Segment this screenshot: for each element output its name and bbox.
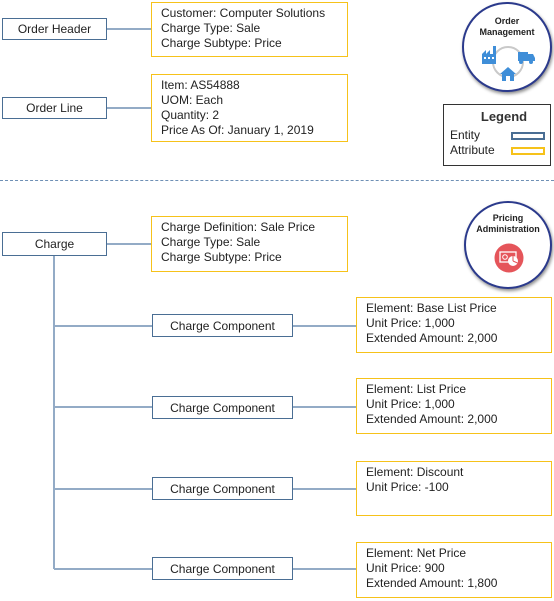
connector [107,243,151,245]
connector [54,325,152,327]
tree-trunk [53,256,55,569]
attribute-line: Quantity: 2 [161,108,220,122]
attribute-line: Customer: Computer Solutions [161,6,326,20]
truck-icon [518,52,535,64]
badge-title: Pricing Administration [466,213,550,235]
connector [54,406,152,408]
charge-component-entity[interactable]: Charge Component [152,557,293,580]
attribute-line: Extended Amount: 2,000 [366,331,498,345]
charge-attributes: Charge Definition: Sale Price Charge Typ… [151,216,348,272]
pricing-icon [494,243,524,273]
order-header-label: Order Header [17,22,92,36]
charge-component-attributes: Element: Discount Unit Price: -100 [356,461,552,516]
charge-component-attributes: Element: List Price Unit Price: 1,000 Ex… [356,378,552,434]
charge-component-entity[interactable]: Charge Component [152,314,293,337]
attribute-line: Item: AS54888 [161,78,240,92]
order-line-entity[interactable]: Order Line [2,97,107,119]
attribute-line: Charge Type: Sale [161,235,261,249]
connector [54,568,152,570]
attribute-line: Unit Price: -100 [366,480,449,494]
section-divider [0,180,554,181]
order-management-badge: Order Management [462,2,552,92]
order-line-attributes: Item: AS54888 UOM: Each Quantity: 2 Pric… [151,74,348,142]
attribute-line: Unit Price: 1,000 [366,316,455,330]
attribute-line: Unit Price: 900 [366,561,445,575]
badge-title-line: Order [494,16,520,26]
legend-attribute-label: Attribute [450,143,495,157]
badge-title-line: Administration [476,224,540,234]
attribute-line: Unit Price: 1,000 [366,397,455,411]
attribute-line: Charge Definition: Sale Price [161,220,316,234]
charge-component-label: Charge Component [170,318,275,333]
charge-component-label: Charge Component [170,561,275,576]
attribute-line: Price As Of: January 1, 2019 [161,123,314,137]
connector [293,325,356,327]
charge-component-label: Charge Component [170,400,275,415]
charge-component-entity[interactable]: Charge Component [152,477,293,500]
connector [293,568,356,570]
order-management-icon [482,46,535,81]
legend-attribute-swatch [511,147,545,155]
legend-entity-label: Entity [450,128,481,142]
legend-title: Legend [480,109,528,124]
pricing-administration-badge: Pricing Administration [464,201,552,289]
charge-component-attributes: Element: Net Price Unit Price: 900 Exten… [356,542,552,598]
connector [107,107,151,109]
connector [293,488,356,490]
attribute-line: Element: Discount [366,465,464,479]
charge-component-entity[interactable]: Charge Component [152,396,293,419]
attribute-line: Charge Subtype: Price [161,36,282,50]
badge-title-line: Management [479,27,535,37]
charge-component-attributes: Element: Base List Price Unit Price: 1,0… [356,297,552,353]
connector [54,488,152,490]
connector [293,406,356,408]
order-header-entity[interactable]: Order Header [2,18,107,40]
badge-title: Order Management [464,16,550,38]
attribute-line: Charge Type: Sale [161,21,261,35]
badge-title-line: Pricing [492,213,524,223]
attribute-line: Element: Base List Price [366,301,497,315]
order-line-label: Order Line [26,101,83,115]
connector [107,28,151,30]
factory-icon [482,46,496,64]
attribute-line: Extended Amount: 1,800 [366,576,498,590]
attribute-line: Extended Amount: 2,000 [366,412,498,426]
attribute-line: UOM: Each [161,93,224,107]
attribute-line: Charge Subtype: Price [161,250,282,264]
charge-component-label: Charge Component [170,481,275,496]
attribute-line: Element: Net Price [366,546,467,560]
legend: Legend Entity Attribute [443,104,551,166]
charge-entity[interactable]: Charge [2,232,107,256]
charge-label: Charge [34,237,75,251]
legend-entity-swatch [511,132,545,140]
attribute-line: Element: List Price [366,382,467,396]
order-header-attributes: Customer: Computer Solutions Charge Type… [151,2,348,57]
